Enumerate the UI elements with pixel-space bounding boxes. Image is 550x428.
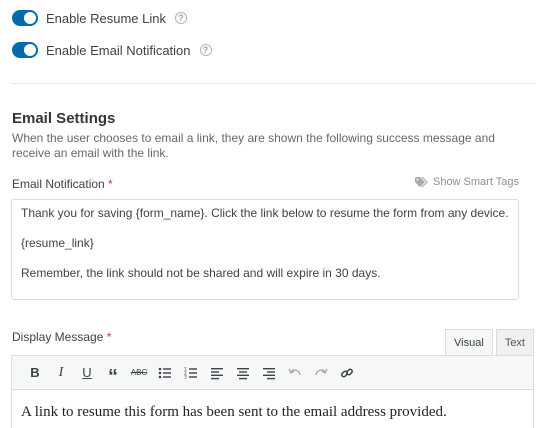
bullet-list-icon[interactable] [152, 360, 178, 386]
underline-icon[interactable]: U [74, 360, 100, 386]
required-mark: * [106, 330, 112, 344]
show-smart-tags-link[interactable]: Show Smart Tags [414, 176, 519, 188]
bold-icon[interactable]: B [22, 360, 48, 386]
display-message-editor[interactable]: A link to resume this form has been sent… [11, 390, 534, 428]
email-notification-textarea[interactable]: Thank you for saving {form_name}. Click … [11, 199, 519, 300]
align-right-icon[interactable] [256, 360, 282, 386]
email-notification-label-text: Email Notification [12, 177, 105, 191]
email-notification-field-label: Email Notification * [12, 177, 113, 191]
blockquote-icon[interactable]: “ [100, 360, 126, 387]
question-circle-icon[interactable]: ? [174, 12, 187, 24]
editor-tabs: Visual Text [442, 329, 534, 356]
question-circle-icon[interactable]: ? [199, 44, 212, 56]
email-notification-toggle-label: Enable Email Notification [46, 42, 191, 58]
required-mark: * [108, 177, 113, 191]
display-message-content: A link to resume this form has been sent… [21, 404, 447, 420]
resume-link-toggle[interactable] [12, 10, 38, 26]
editor-toolbar: B I U “ ABC 123 [11, 355, 534, 390]
strikethrough-icon[interactable]: ABC [126, 360, 152, 386]
undo-icon[interactable] [282, 360, 308, 386]
show-smart-tags-label: Show Smart Tags [432, 176, 519, 188]
align-left-icon[interactable] [204, 360, 230, 386]
email-line-2: {resume_link} [21, 236, 94, 250]
section-title: Email Settings [12, 110, 116, 127]
section-description: When the user chooses to email a link, t… [12, 131, 495, 160]
align-center-icon[interactable] [230, 360, 256, 386]
display-message-field-label: Display Message * [12, 330, 111, 344]
section-divider [12, 83, 536, 84]
resume-link-toggle-row: Enable Resume Link ? [12, 9, 187, 27]
svg-text:3: 3 [184, 374, 187, 380]
italic-icon[interactable]: I [48, 360, 74, 386]
email-line-3: Remember, the link should not be shared … [21, 266, 381, 280]
resume-link-label: Enable Resume Link [46, 10, 166, 26]
display-message-label-text: Display Message [12, 330, 104, 344]
tab-text[interactable]: Text [495, 329, 534, 356]
tab-visual[interactable]: Visual [445, 329, 493, 356]
tag-icon [414, 176, 428, 187]
email-line-1: Thank you for saving {form_name}. Click … [21, 206, 509, 220]
email-notification-toggle[interactable] [12, 42, 38, 58]
numbered-list-icon[interactable]: 123 [178, 360, 204, 386]
link-icon[interactable] [334, 360, 360, 386]
email-notification-toggle-row: Enable Email Notification ? [12, 41, 212, 59]
redo-icon[interactable] [308, 360, 334, 386]
